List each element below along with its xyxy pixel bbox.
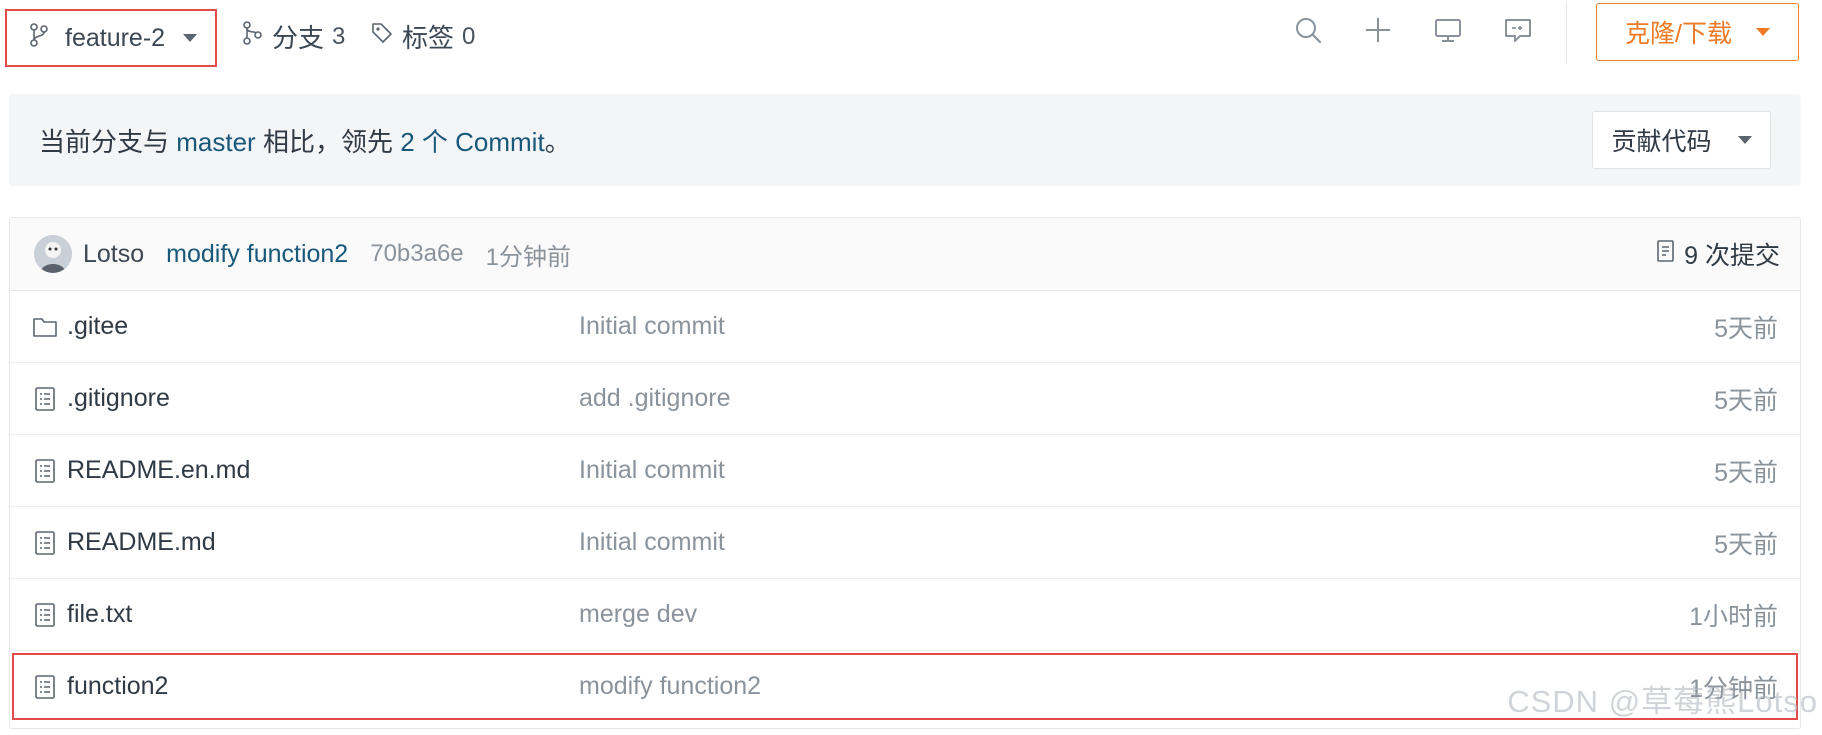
file-icon	[32, 385, 58, 413]
file-name[interactable]: file.txt	[67, 600, 132, 629]
file-icon	[32, 601, 58, 629]
base-branch-link[interactable]: master	[176, 127, 255, 157]
file-commit-message[interactable]: modify function2	[579, 672, 761, 701]
file-icon	[32, 529, 58, 557]
monitor-icon[interactable]	[1430, 12, 1466, 48]
plus-icon[interactable]	[1360, 12, 1396, 48]
file-name[interactable]: README.md	[67, 528, 216, 557]
compare-message: 当前分支与 master 相比，领先 2 个 Commit。	[39, 122, 571, 159]
commit-author[interactable]: Lotso	[83, 240, 144, 269]
table-row[interactable]: file.txt merge dev 1小时前	[10, 579, 1800, 651]
file-icon	[32, 673, 58, 701]
compare-middle: 相比，领先	[262, 126, 393, 157]
branch-selector[interactable]: feature-2	[5, 9, 217, 67]
contribute-label: 贡献代码	[1611, 128, 1712, 156]
file-time: 5天前	[1714, 386, 1778, 415]
file-name[interactable]: .gitee	[67, 312, 128, 341]
commit-time: 1分钟前	[485, 243, 572, 271]
file-time: 1小时前	[1689, 602, 1778, 631]
clone-download-button[interactable]: 克隆/下载	[1596, 3, 1799, 61]
chevron-down-icon	[1737, 136, 1752, 144]
tags-count: 0	[462, 22, 476, 50]
table-row[interactable]: README.en.md Initial commit 5天前	[10, 435, 1800, 507]
document-icon	[1656, 239, 1676, 270]
ahead-commit-label: 个 Commit	[421, 126, 545, 157]
search-icon[interactable]	[1290, 12, 1326, 48]
ahead-count: 2	[400, 126, 415, 157]
file-commit-message[interactable]: add .gitignore	[579, 384, 731, 413]
branches-count: 3	[332, 22, 346, 50]
file-time: 5天前	[1714, 458, 1778, 487]
toolbar-divider	[1566, 2, 1567, 64]
clone-label: 克隆/下载	[1625, 20, 1732, 48]
file-commit-message[interactable]: Initial commit	[579, 456, 725, 485]
contribute-button[interactable]: 贡献代码	[1592, 111, 1771, 169]
file-commit-message[interactable]: merge dev	[579, 600, 697, 629]
latest-commit-row: Lotso modify function2 70b3a6e 1分钟前 9 次提…	[10, 218, 1800, 291]
file-time: 5天前	[1714, 314, 1778, 343]
file-list: Lotso modify function2 70b3a6e 1分钟前 9 次提…	[9, 217, 1801, 729]
commit-sha[interactable]: 70b3a6e	[370, 240, 463, 268]
branch-icon	[242, 21, 264, 52]
tag-icon	[370, 21, 394, 52]
commit-message[interactable]: modify function2	[166, 240, 348, 269]
folder-icon	[32, 313, 58, 341]
branches-label: 分支	[272, 23, 325, 53]
commits-count-link[interactable]: 9 次提交	[1656, 236, 1780, 272]
chevron-down-icon	[183, 34, 198, 42]
file-commit-message[interactable]: Initial commit	[579, 528, 725, 557]
branch-icon	[29, 22, 49, 54]
table-row[interactable]: .gitignore add .gitignore 5天前	[10, 363, 1800, 435]
watermark: CSDN @草莓熊Lotso	[1507, 684, 1818, 719]
table-row[interactable]: README.md Initial commit 5天前	[10, 507, 1800, 579]
chat-icon[interactable]	[1500, 12, 1536, 48]
avatar[interactable]	[34, 235, 72, 273]
file-name[interactable]: README.en.md	[67, 456, 250, 485]
commits-count-label: 9 次提交	[1684, 242, 1780, 270]
repo-toolbar: feature-2 分支 3 标签 0 克隆/下载	[0, 0, 1822, 78]
compare-suffix: 。	[544, 126, 571, 157]
chevron-down-icon	[1755, 28, 1770, 36]
table-row[interactable]: .gitee Initial commit 5天前	[10, 291, 1800, 363]
file-commit-message[interactable]: Initial commit	[579, 312, 725, 341]
branch-name: feature-2	[65, 23, 166, 52]
file-name[interactable]: .gitignore	[67, 384, 170, 413]
tags-link[interactable]: 标签 0	[370, 18, 475, 55]
file-name[interactable]: function2	[67, 672, 168, 701]
toolbar-icons	[1290, 12, 1536, 48]
file-time: 5天前	[1714, 530, 1778, 559]
compare-prefix: 当前分支与	[39, 126, 170, 157]
file-icon	[32, 457, 58, 485]
branches-link[interactable]: 分支 3	[242, 18, 345, 55]
tags-label: 标签	[402, 23, 455, 53]
branch-compare-bar: 当前分支与 master 相比，领先 2 个 Commit。 贡献代码	[9, 94, 1801, 186]
ahead-commits-link[interactable]: 2 个 Commit	[400, 127, 544, 157]
